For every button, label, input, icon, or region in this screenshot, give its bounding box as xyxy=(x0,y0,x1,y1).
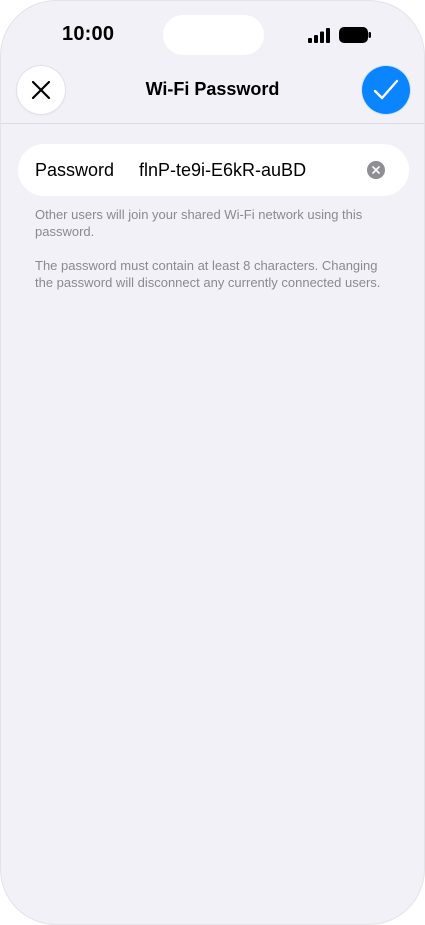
status-bar: 10:00 xyxy=(1,1,424,65)
battery-icon xyxy=(339,27,371,43)
cellular-signal-icon xyxy=(308,28,330,43)
checkmark-icon xyxy=(373,79,399,100)
password-field-row: Password xyxy=(18,144,409,196)
page-title: Wi-Fi Password xyxy=(145,79,280,99)
clear-text-button[interactable] xyxy=(367,161,385,179)
status-time: 10:00 xyxy=(62,23,115,45)
navigation-bar: Wi-Fi Password xyxy=(1,65,424,124)
sharing-footnote: Other users will join your shared Wi-Fi … xyxy=(35,207,363,239)
password-input[interactable] xyxy=(139,154,359,186)
dynamic-island xyxy=(163,15,264,55)
password-requirements-footnote: The password must contain at least 8 cha… xyxy=(35,258,381,290)
clear-text-icon xyxy=(372,166,380,174)
phone-screen: 10:00 Wi-Fi Password Password flnP-te9i-… xyxy=(0,0,425,925)
password-label: Password xyxy=(35,160,115,180)
done-button[interactable] xyxy=(362,66,410,114)
